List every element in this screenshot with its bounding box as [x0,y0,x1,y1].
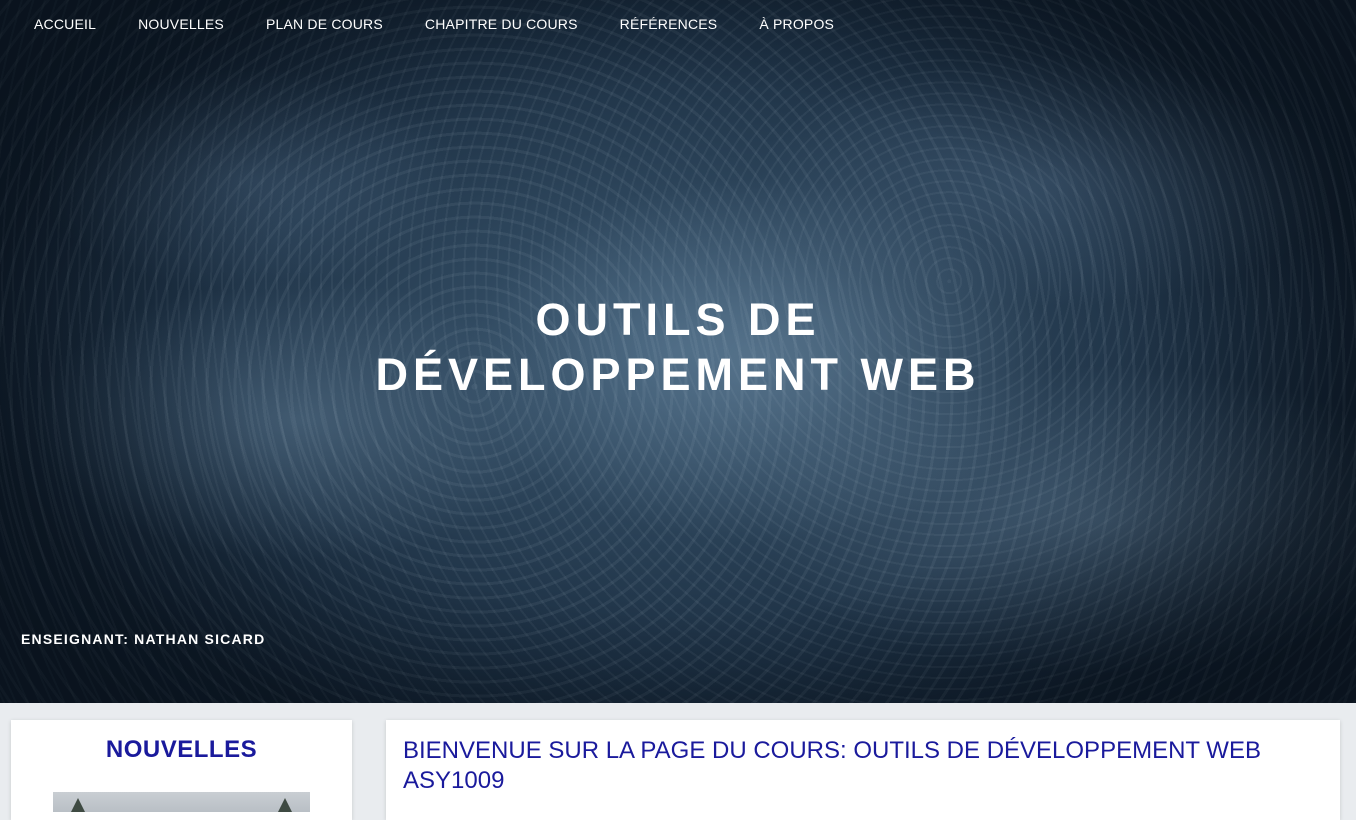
teacher-name: ENSEIGNANT: NATHAN SICARD [21,631,266,647]
tree-icon [71,798,85,812]
welcome-card: BIENVENUE SUR LA PAGE DU COURS: OUTILS D… [386,720,1340,820]
nav-references[interactable]: RÉFÉRENCES [620,16,718,32]
welcome-heading: BIENVENUE SUR LA PAGE DU COURS: OUTILS D… [403,736,1323,796]
welcome-heading-line-1: BIENVENUE SUR LA PAGE DU COURS: OUTILS D… [403,737,1261,764]
nav-accueil[interactable]: ACCUEIL [34,16,96,32]
news-heading: NOUVELLES [105,736,258,763]
nav-a-propos[interactable]: À PROPOS [759,16,834,32]
hero-title-line-2: DÉVELOPPEMENT WEB [375,349,981,400]
hero-title-line-1: OUTILS DE [535,294,821,345]
nav-nouvelles[interactable]: NOUVELLES [138,16,224,32]
hero-title: OUTILS DE DÉVELOPPEMENT WEB [0,292,1356,402]
news-image[interactable] [53,792,310,812]
news-card: NOUVELLES [11,720,352,820]
nav-chapitre-du-cours[interactable]: CHAPITRE DU COURS [425,16,578,32]
welcome-heading-line-2: ASY1009 [403,767,505,794]
tree-icon [278,798,292,812]
nav-plan-de-cours[interactable]: PLAN DE COURS [266,16,383,32]
main-navbar: ACCUEIL NOUVELLES PLAN DE COURS CHAPITRE… [0,0,876,48]
